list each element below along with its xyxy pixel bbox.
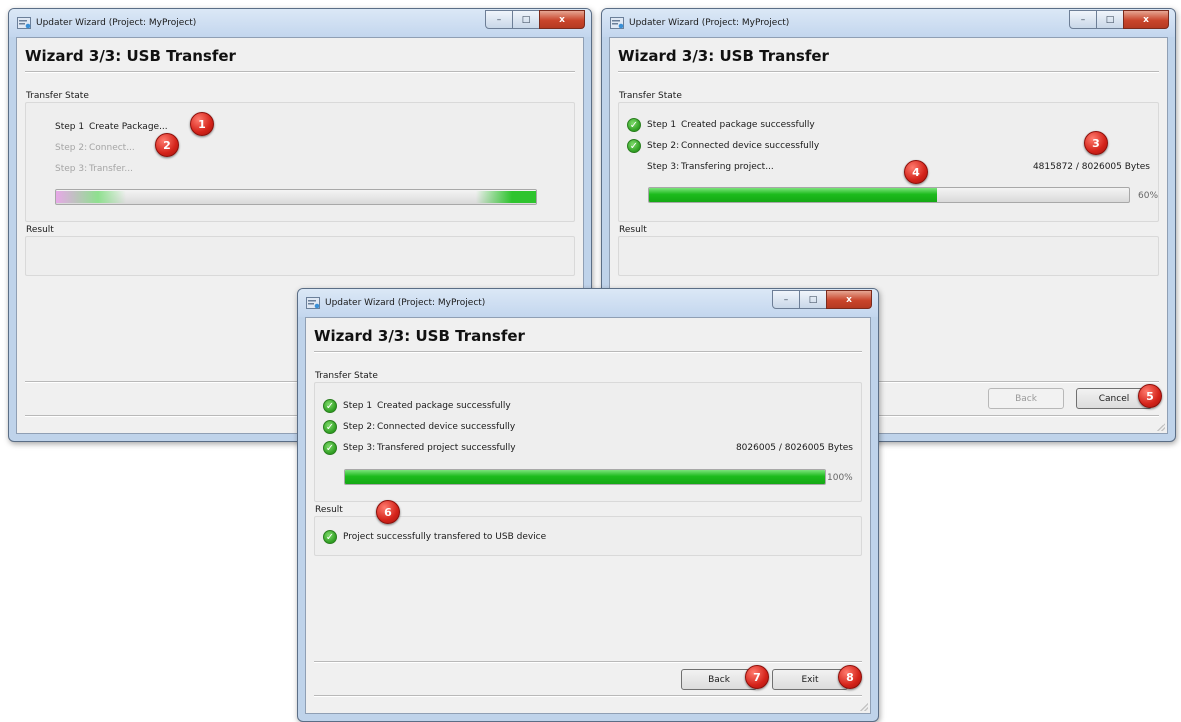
- bytes-counter: 8026005 / 8026005 Bytes: [735, 443, 853, 453]
- progress-fill: [649, 188, 937, 202]
- callout-5: 5: [1138, 384, 1162, 408]
- step-2-text: Connected device successfully: [377, 422, 516, 432]
- step-3-row: Step 3: Transfering project...: [647, 159, 774, 175]
- window-title: Updater Wizard (Project: MyProject): [36, 18, 197, 28]
- window-title: Updater Wizard (Project: MyProject): [629, 18, 790, 28]
- step-2-number: Step 2:: [647, 141, 680, 151]
- marquee-segment-left: [56, 191, 126, 203]
- heading-divider: [618, 71, 1159, 73]
- step-3-number: Step 3:: [343, 443, 376, 453]
- result-label: Result: [315, 505, 346, 515]
- step-1-row: ✓ Step 1 Created package successfully: [323, 398, 511, 414]
- transfer-state-label: Transfer State: [315, 371, 381, 381]
- callout-2: 2: [155, 133, 179, 157]
- window-controls: – □ x: [485, 10, 585, 29]
- step-1-text: Created package successfully: [377, 401, 511, 411]
- result-group: Result ✓ Project successfully transfered…: [314, 505, 862, 556]
- step-2-number: Step 2:: [55, 143, 88, 153]
- updater-app-icon: [306, 297, 320, 309]
- transfer-state-group: Transfer State ✓ Step 1 Created package …: [314, 371, 862, 502]
- callout-7: 7: [745, 665, 769, 689]
- result-label: Result: [619, 225, 650, 235]
- step-1-number: Step 1: [55, 122, 85, 132]
- result-group: Result: [25, 225, 575, 276]
- maximize-button[interactable]: □: [799, 290, 827, 309]
- progress-percent: 60%: [1138, 191, 1159, 201]
- progress-bar: [344, 469, 826, 485]
- progress-fill: [345, 470, 825, 484]
- back-button[interactable]: Back: [988, 388, 1064, 409]
- resize-grip[interactable]: [860, 703, 868, 711]
- wizard-heading: Wizard 3/3: USB Transfer: [314, 327, 525, 345]
- step-1-row: Step 1 Create Package...: [55, 119, 168, 135]
- title-bar[interactable]: Updater Wizard (Project: MyProject) – □ …: [9, 9, 591, 37]
- callout-3: 3: [1084, 131, 1108, 155]
- step-1-text: Created package successfully: [681, 120, 815, 130]
- window-controls: – □ x: [1069, 10, 1169, 29]
- callout-4: 4: [904, 160, 928, 184]
- step-2-row: ✓ Step 2: Connected device successfully: [627, 138, 819, 154]
- step-1-number: Step 1: [647, 120, 677, 130]
- maximize-button[interactable]: □: [1096, 10, 1124, 29]
- footer-divider-bottom: [314, 695, 862, 697]
- transfer-state-group: Transfer State ✓ Step 1 Created package …: [618, 91, 1159, 222]
- updater-app-icon: [610, 17, 624, 29]
- updater-app-icon: [17, 17, 31, 29]
- step-2-text: Connected device successfully: [681, 141, 820, 151]
- step-2-text: Connect...: [89, 143, 135, 153]
- heading-divider: [314, 351, 862, 353]
- step-1-number: Step 1: [343, 401, 373, 411]
- step-1-row: ✓ Step 1 Created package successfully: [627, 117, 815, 133]
- minimize-button[interactable]: –: [1069, 10, 1097, 29]
- close-button[interactable]: x: [826, 290, 872, 309]
- callout-1: 1: [190, 112, 214, 136]
- wizard-heading: Wizard 3/3: USB Transfer: [25, 47, 236, 65]
- callout-6: 6: [376, 500, 400, 524]
- transfer-state-label: Transfer State: [26, 91, 92, 101]
- result-group: Result: [618, 225, 1159, 276]
- step-3-row: ✓ Step 3: Transfered project successfull…: [323, 440, 516, 456]
- checkmark-icon: ✓: [627, 118, 641, 132]
- step-2-number: Step 2:: [343, 422, 376, 432]
- progress-bar: [648, 187, 1130, 203]
- step-3-text: Transfering project...: [681, 162, 774, 172]
- minimize-button[interactable]: –: [485, 10, 513, 29]
- heading-divider: [25, 71, 575, 73]
- step-3-row: Step 3: Transfer...: [55, 161, 133, 177]
- step-3-number: Step 3:: [55, 164, 88, 174]
- window-controls: – □ x: [772, 290, 872, 309]
- step-2-row: Step 2: Connect...: [55, 140, 135, 156]
- progress-bar-marquee: [55, 189, 537, 205]
- result-label: Result: [26, 225, 57, 235]
- title-bar[interactable]: Updater Wizard (Project: MyProject) – □ …: [298, 289, 878, 317]
- step-1-text: Create Package...: [89, 122, 168, 132]
- window-title: Updater Wizard (Project: MyProject): [325, 298, 486, 308]
- checkmark-icon: ✓: [627, 139, 641, 153]
- wizard-heading: Wizard 3/3: USB Transfer: [618, 47, 829, 65]
- transfer-state-group: Transfer State Step 1 Create Package... …: [25, 91, 575, 222]
- close-button[interactable]: x: [1123, 10, 1169, 29]
- checkmark-icon: ✓: [323, 530, 337, 544]
- title-bar[interactable]: Updater Wizard (Project: MyProject) – □ …: [602, 9, 1175, 37]
- step-2-row: ✓ Step 2: Connected device successfully: [323, 419, 515, 435]
- progress-percent: 100%: [827, 473, 853, 483]
- result-text: Project successfully transfered to USB d…: [343, 532, 547, 542]
- callout-8: 8: [838, 665, 862, 689]
- checkmark-icon: ✓: [323, 399, 337, 413]
- checkmark-icon: ✓: [323, 441, 337, 455]
- step-3-text: Transfer...: [89, 164, 133, 174]
- step-3-text: Transfered project successfully: [377, 443, 516, 453]
- resize-grip[interactable]: [1157, 423, 1165, 431]
- result-message: ✓ Project successfully transfered to USB…: [323, 530, 546, 544]
- checkmark-icon: ✓: [323, 420, 337, 434]
- close-button[interactable]: x: [539, 10, 585, 29]
- exit-button[interactable]: Exit: [772, 669, 848, 690]
- footer-divider-top: [314, 661, 862, 663]
- minimize-button[interactable]: –: [772, 290, 800, 309]
- transfer-state-label: Transfer State: [619, 91, 685, 101]
- marquee-segment-right: [476, 191, 536, 203]
- maximize-button[interactable]: □: [512, 10, 540, 29]
- bytes-counter: 4815872 / 8026005 Bytes: [1032, 162, 1150, 172]
- step-3-number: Step 3:: [647, 162, 680, 172]
